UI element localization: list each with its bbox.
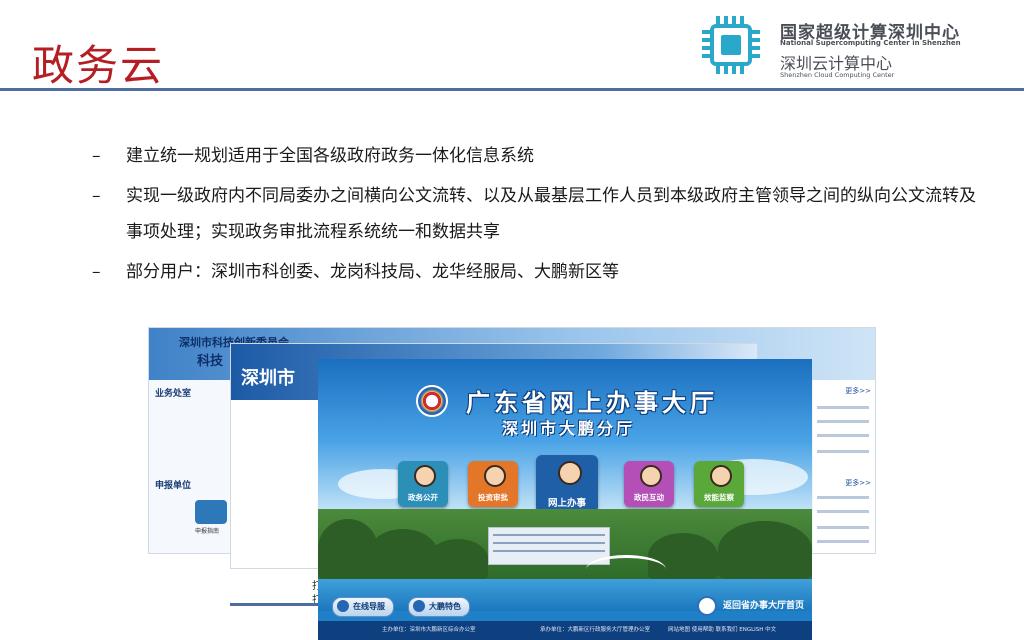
person-icon <box>484 465 506 487</box>
news-line[interactable] <box>817 420 869 423</box>
science-portal-title2: 科技 <box>197 354 224 369</box>
book-icon <box>413 600 425 612</box>
building-image <box>488 527 610 565</box>
more-link[interactable]: 更多>> <box>845 478 871 488</box>
slide-title: 政务云 <box>32 41 165 90</box>
hall-footer: 主办单位：深圳市大鹏新区综合办公室 承办单位：大鹏新区行政服务大厅管理办公室 网… <box>318 621 812 640</box>
news-line[interactable] <box>817 450 869 453</box>
city-portal-footer-line <box>230 603 320 606</box>
guide-label: 申报指南 <box>195 528 220 535</box>
side-tab-applicants[interactable]: 申报单位 <box>155 478 191 491</box>
return-home-button[interactable]: 返回省办事大厅首页 <box>695 595 804 617</box>
footer-undertaker: 承办单位：大鹏新区行政服务大厅管理办公室 <box>540 627 651 633</box>
tile-gov-affairs[interactable]: 政务公开 <box>398 461 448 507</box>
guangdong-emblem-icon <box>416 385 448 417</box>
bullet-item: 部分用户：深圳市科创委、龙岗科技局、龙华经服局、大鹏新区等 <box>92 254 992 290</box>
online-guide-button[interactable]: 在线导服 <box>332 597 394 617</box>
person-icon <box>710 465 732 487</box>
tile-efficiency-supervision[interactable]: 效能监察 <box>694 461 744 507</box>
bullet-item: 实现一级政府内不同局委办之间横向公文流转、以及从最基层工作人员到本级政府主管领导… <box>92 178 992 250</box>
news-line[interactable] <box>817 510 869 513</box>
footer-host: 主办单位：深圳市大鹏新区综合办公室 <box>382 627 476 633</box>
home-icon <box>696 596 717 616</box>
news-line[interactable] <box>817 434 869 437</box>
news-line[interactable] <box>817 526 869 529</box>
footer-links[interactable]: 网站地图 使用帮助 联系我们 ENGLISH 中文 <box>668 625 776 633</box>
dapeng-hall-screenshot: 广东省网上办事大厅 深圳市大鹏分厅 政务公开 投资审批 网上办事 政民互动 效能… <box>318 359 812 640</box>
return-home-label: 返回省办事大厅首页 <box>722 601 804 611</box>
person-icon <box>640 465 662 487</box>
tile-label: 政务公开 <box>408 493 438 502</box>
hall-button-row: 在线导服 大鹏特色 返回省办事大厅首页 <box>318 595 812 619</box>
science-portal-sidebar <box>149 380 232 553</box>
dapeng-feature-button[interactable]: 大鹏特色 <box>408 597 470 617</box>
bullet-item: 建立统一规划适用于全国各级政府政务一体化信息系统 <box>92 138 992 174</box>
tile-public-interaction[interactable]: 政民互动 <box>624 461 674 507</box>
news-line[interactable] <box>817 496 869 499</box>
tile-label: 效能监察 <box>704 493 734 502</box>
online-guide-label: 在线导服 <box>353 602 385 611</box>
side-tab-departments[interactable]: 业务处室 <box>155 386 191 399</box>
portal-screenshot-collage: 深圳市科技创新委员会 科技 业务处室 申报单位 申报指南 更多>> 更多>> 深… <box>148 327 876 640</box>
guide-icon[interactable] <box>195 500 227 524</box>
person-icon <box>414 465 436 487</box>
nsc-logo: 国家超级计算深圳中心 National Supercomputing Cente… <box>700 14 1000 80</box>
news-line[interactable] <box>817 540 869 543</box>
logo-sub-en: Shenzhen Cloud Computing Center <box>780 71 895 79</box>
person-icon <box>558 461 582 485</box>
tile-investment-approval[interactable]: 投资审批 <box>468 461 518 507</box>
chip-icon <box>702 16 760 74</box>
news-line[interactable] <box>817 406 869 409</box>
logo-name-en: National Supercomputing Center in Shenzh… <box>780 39 961 47</box>
city-portal-title: 深圳市 <box>241 368 295 389</box>
bullet-list: 建立统一规划适用于全国各级政府政务一体化信息系统 实现一级政府内不同局委办之间横… <box>92 138 992 294</box>
header-divider <box>0 88 1024 91</box>
more-link[interactable]: 更多>> <box>845 386 871 396</box>
hall-subtitle: 深圳市大鹏分厅 <box>502 419 636 438</box>
tile-label: 政民互动 <box>634 493 664 502</box>
tile-online-services[interactable]: 网上办事 <box>536 455 598 513</box>
science-portal-news: 更多>> 更多>> <box>813 380 875 553</box>
hall-title: 广东省网上办事大厅 <box>466 389 718 417</box>
tile-label: 投资审批 <box>478 493 508 502</box>
tile-label: 网上办事 <box>547 498 586 509</box>
dapeng-feature-label: 大鹏特色 <box>429 602 461 611</box>
search-icon <box>337 600 349 612</box>
